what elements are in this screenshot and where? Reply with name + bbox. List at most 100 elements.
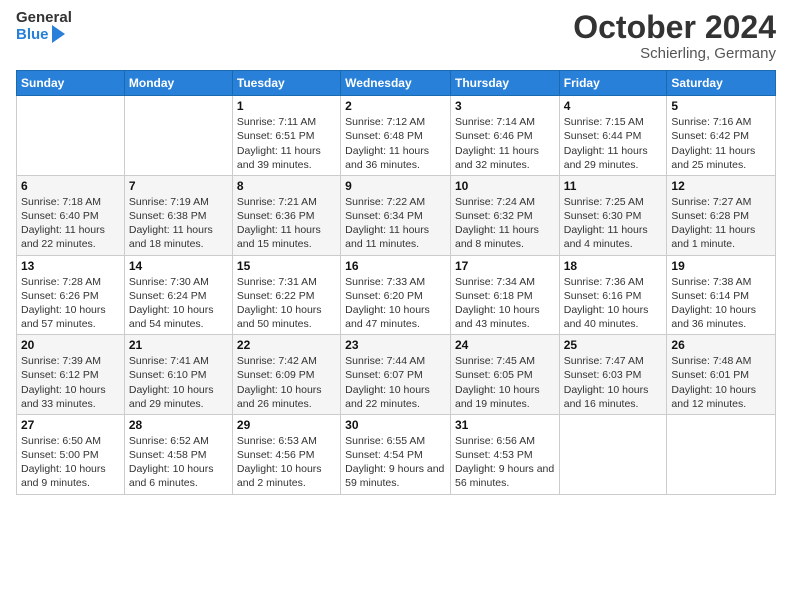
calendar-cell: 20 Sunrise: 7:39 AM Sunset: 6:12 PM Dayli… bbox=[17, 335, 125, 415]
calendar-cell: 27 Sunrise: 6:50 AM Sunset: 5:00 PM Dayli… bbox=[17, 414, 125, 494]
calendar-cell: 5 Sunrise: 7:16 AM Sunset: 6:42 PM Daylig… bbox=[667, 96, 776, 176]
day-header-thursday: Thursday bbox=[450, 71, 559, 96]
calendar-cell: 31Sunrise: 6:56 AM Sunset: 4:53 PM Dayli… bbox=[450, 414, 559, 494]
day-number: 25 bbox=[564, 338, 663, 352]
calendar-cell: 4Sunrise: 7:15 AM Sunset: 6:44 PM Daylig… bbox=[559, 96, 667, 176]
calendar-cell: 28 Sunrise: 6:52 AM Sunset: 4:58 PM Dayli… bbox=[124, 414, 232, 494]
day-number: 31 bbox=[455, 418, 555, 432]
calendar-subtitle: Schierling, Germany bbox=[573, 45, 776, 62]
day-number: 11 bbox=[564, 179, 663, 193]
calendar-cell: 8Sunrise: 7:21 AM Sunset: 6:36 PM Daylig… bbox=[232, 175, 340, 255]
day-number: 26 bbox=[671, 338, 771, 352]
day-info: Sunrise: 7:39 AM Sunset: 6:12 PM Dayligh… bbox=[21, 354, 120, 411]
day-info: Sunrise: 7:36 AM Sunset: 6:16 PM Dayligh… bbox=[564, 275, 663, 332]
calendar-cell: 2Sunrise: 7:12 AM Sunset: 6:48 PM Daylig… bbox=[341, 96, 451, 176]
day-info: Sunrise: 7:16 AM Sunset: 6:42 PM Dayligh… bbox=[671, 115, 771, 172]
day-info: Sunrise: 7:45 AM Sunset: 6:05 PM Dayligh… bbox=[455, 354, 555, 411]
calendar-cell: 13Sunrise: 7:28 AM Sunset: 6:26 PM Dayli… bbox=[17, 255, 125, 335]
day-number: 14 bbox=[129, 259, 228, 273]
calendar-cell bbox=[17, 96, 125, 176]
calendar-page: General Blue October 2024 Schierling, Ge… bbox=[0, 0, 792, 612]
day-info: Sunrise: 6:50 AM Sunset: 5:00 PM Dayligh… bbox=[21, 434, 120, 491]
day-info: Sunrise: 7:11 AM Sunset: 6:51 PM Dayligh… bbox=[237, 115, 336, 172]
day-header-wednesday: Wednesday bbox=[341, 71, 451, 96]
day-info: Sunrise: 7:24 AM Sunset: 6:32 PM Dayligh… bbox=[455, 195, 555, 252]
calendar-cell: 30 Sunrise: 6:55 AM Sunset: 4:54 PM Dayli… bbox=[341, 414, 451, 494]
calendar-cell: 12Sunrise: 7:27 AM Sunset: 6:28 PM Dayli… bbox=[667, 175, 776, 255]
day-info: Sunrise: 7:44 AM Sunset: 6:07 PM Dayligh… bbox=[345, 354, 446, 411]
calendar-header-row: SundayMondayTuesdayWednesdayThursdayFrid… bbox=[17, 71, 776, 96]
day-number: 27 bbox=[21, 418, 120, 432]
day-number: 9 bbox=[345, 179, 446, 193]
day-info: Sunrise: 7:15 AM Sunset: 6:44 PM Dayligh… bbox=[564, 115, 663, 172]
calendar-cell: 10 Sunrise: 7:24 AM Sunset: 6:32 PM Dayli… bbox=[450, 175, 559, 255]
day-info: Sunrise: 6:53 AM Sunset: 4:56 PM Dayligh… bbox=[237, 434, 336, 491]
calendar-cell: 6 Sunrise: 7:18 AM Sunset: 6:40 PM Daylig… bbox=[17, 175, 125, 255]
day-number: 13 bbox=[21, 259, 120, 273]
calendar-cell: 14 Sunrise: 7:30 AM Sunset: 6:24 PM Dayli… bbox=[124, 255, 232, 335]
day-info: Sunrise: 6:52 AM Sunset: 4:58 PM Dayligh… bbox=[129, 434, 228, 491]
day-number: 28 bbox=[129, 418, 228, 432]
day-header-monday: Monday bbox=[124, 71, 232, 96]
day-header-saturday: Saturday bbox=[667, 71, 776, 96]
calendar-cell bbox=[124, 96, 232, 176]
day-number: 30 bbox=[345, 418, 446, 432]
day-number: 16 bbox=[345, 259, 446, 273]
calendar-cell: 9 Sunrise: 7:22 AM Sunset: 6:34 PM Daylig… bbox=[341, 175, 451, 255]
calendar-table: SundayMondayTuesdayWednesdayThursdayFrid… bbox=[16, 70, 776, 494]
day-number: 5 bbox=[671, 99, 771, 113]
day-number: 24 bbox=[455, 338, 555, 352]
day-info: Sunrise: 6:55 AM Sunset: 4:54 PM Dayligh… bbox=[345, 434, 446, 491]
day-info: Sunrise: 7:31 AM Sunset: 6:22 PM Dayligh… bbox=[237, 275, 336, 332]
logo-blue: Blue bbox=[16, 27, 49, 44]
day-info: Sunrise: 7:38 AM Sunset: 6:14 PM Dayligh… bbox=[671, 275, 771, 332]
day-number: 20 bbox=[21, 338, 120, 352]
day-info: Sunrise: 7:18 AM Sunset: 6:40 PM Dayligh… bbox=[21, 195, 120, 252]
calendar-cell: 7 Sunrise: 7:19 AM Sunset: 6:38 PM Daylig… bbox=[124, 175, 232, 255]
day-number: 2 bbox=[345, 99, 446, 113]
calendar-cell bbox=[559, 414, 667, 494]
day-info: Sunrise: 7:47 AM Sunset: 6:03 PM Dayligh… bbox=[564, 354, 663, 411]
calendar-cell: 24 Sunrise: 7:45 AM Sunset: 6:05 PM Dayli… bbox=[450, 335, 559, 415]
day-number: 18 bbox=[564, 259, 663, 273]
day-info: Sunrise: 7:19 AM Sunset: 6:38 PM Dayligh… bbox=[129, 195, 228, 252]
day-info: Sunrise: 7:14 AM Sunset: 6:46 PM Dayligh… bbox=[455, 115, 555, 172]
day-number: 7 bbox=[129, 179, 228, 193]
day-number: 21 bbox=[129, 338, 228, 352]
title-block: October 2024 Schierling, Germany bbox=[573, 10, 776, 62]
day-number: 6 bbox=[21, 179, 120, 193]
day-number: 3 bbox=[455, 99, 555, 113]
day-info: Sunrise: 7:22 AM Sunset: 6:34 PM Dayligh… bbox=[345, 195, 446, 252]
calendar-week-2: 6 Sunrise: 7:18 AM Sunset: 6:40 PM Daylig… bbox=[17, 175, 776, 255]
day-info: Sunrise: 7:33 AM Sunset: 6:20 PM Dayligh… bbox=[345, 275, 446, 332]
calendar-week-3: 13Sunrise: 7:28 AM Sunset: 6:26 PM Dayli… bbox=[17, 255, 776, 335]
calendar-cell: 17 Sunrise: 7:34 AM Sunset: 6:18 PM Dayli… bbox=[450, 255, 559, 335]
calendar-cell: 15 Sunrise: 7:31 AM Sunset: 6:22 PM Dayli… bbox=[232, 255, 340, 335]
calendar-week-5: 27 Sunrise: 6:50 AM Sunset: 5:00 PM Dayli… bbox=[17, 414, 776, 494]
day-header-friday: Friday bbox=[559, 71, 667, 96]
day-info: Sunrise: 7:30 AM Sunset: 6:24 PM Dayligh… bbox=[129, 275, 228, 332]
calendar-cell: 18 Sunrise: 7:36 AM Sunset: 6:16 PM Dayli… bbox=[559, 255, 667, 335]
calendar-cell bbox=[667, 414, 776, 494]
day-info: Sunrise: 7:34 AM Sunset: 6:18 PM Dayligh… bbox=[455, 275, 555, 332]
calendar-cell: 11 Sunrise: 7:25 AM Sunset: 6:30 PM Dayli… bbox=[559, 175, 667, 255]
day-number: 15 bbox=[237, 259, 336, 273]
day-number: 10 bbox=[455, 179, 555, 193]
calendar-cell: 26Sunrise: 7:48 AM Sunset: 6:01 PM Dayli… bbox=[667, 335, 776, 415]
calendar-cell: 3 Sunrise: 7:14 AM Sunset: 6:46 PM Daylig… bbox=[450, 96, 559, 176]
day-number: 29 bbox=[237, 418, 336, 432]
day-number: 17 bbox=[455, 259, 555, 273]
day-info: Sunrise: 7:25 AM Sunset: 6:30 PM Dayligh… bbox=[564, 195, 663, 252]
calendar-cell: 23 Sunrise: 7:44 AM Sunset: 6:07 PM Dayli… bbox=[341, 335, 451, 415]
day-number: 19 bbox=[671, 259, 771, 273]
day-info: Sunrise: 7:21 AM Sunset: 6:36 PM Dayligh… bbox=[237, 195, 336, 252]
calendar-cell: 21Sunrise: 7:41 AM Sunset: 6:10 PM Dayli… bbox=[124, 335, 232, 415]
day-number: 12 bbox=[671, 179, 771, 193]
calendar-cell: 19 Sunrise: 7:38 AM Sunset: 6:14 PM Dayli… bbox=[667, 255, 776, 335]
day-number: 1 bbox=[237, 99, 336, 113]
logo: General Blue bbox=[16, 10, 72, 43]
day-number: 23 bbox=[345, 338, 446, 352]
calendar-cell: 29 Sunrise: 6:53 AM Sunset: 4:56 PM Dayli… bbox=[232, 414, 340, 494]
calendar-cell: 22Sunrise: 7:42 AM Sunset: 6:09 PM Dayli… bbox=[232, 335, 340, 415]
page-header: General Blue October 2024 Schierling, Ge… bbox=[16, 10, 776, 62]
